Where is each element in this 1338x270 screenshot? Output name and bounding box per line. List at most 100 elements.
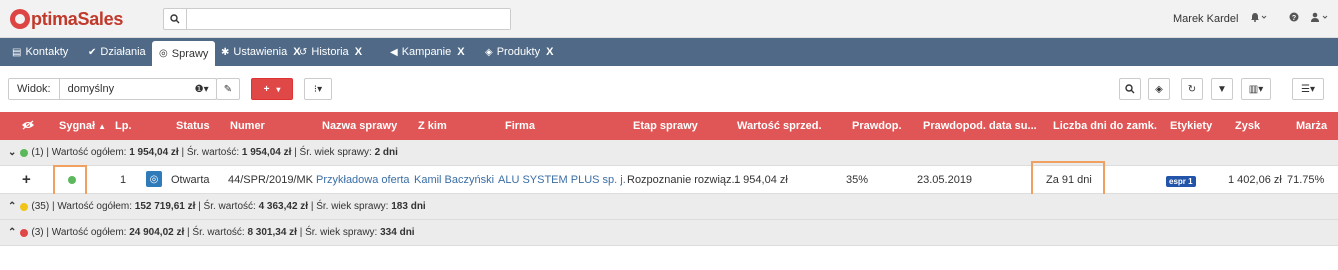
group-avg: 4 363,42 zł [258,201,309,212]
group-avg-label: | Śr. wartość: [181,147,240,158]
tab-label: Kontakty [25,46,69,58]
expand-row-button[interactable]: + [22,171,31,188]
column-name[interactable]: Nazwa sprawy [322,120,397,132]
handshake-icon: ◎ [159,48,168,59]
group-count: (3) [31,227,44,238]
row-company-link[interactable]: ALU SYSTEM PLUS sp. j. [498,174,626,186]
row-probability: 35% [846,174,869,186]
cube-icon: ◈ [485,46,493,58]
cube-icon: ◈ [1155,83,1163,95]
row-label-badge[interactable]: espr 1 [1166,176,1196,187]
info-icon[interactable]: ❶▾ [188,84,216,95]
search-button[interactable] [1119,78,1141,100]
search-input[interactable] [187,9,510,29]
list-view-button[interactable]: ☰▾ [1292,78,1324,100]
column-stage[interactable]: Etap sprawy [633,120,698,132]
view-label: Widok: [9,79,60,99]
column-probability[interactable]: Prawdop. [852,120,902,132]
row-lp: 1 [120,174,127,186]
tab-label: Produkty [496,46,541,58]
edit-view-button[interactable]: ✎ [216,78,240,100]
column-signal[interactable]: Sygnał ▲ [59,120,106,132]
group-age: 334 dni [380,227,415,238]
add-button[interactable]: + ▾ [251,78,293,100]
group-row[interactable]: ⌃ (3) | Wartość ogółem: 24 904,02 zł | Ś… [0,220,1338,246]
group-row[interactable]: ⌃ (35) | Wartość ogółem: 152 719,61 zł |… [0,194,1338,220]
column-days-to-close[interactable]: Liczba dni do zamk. [1053,120,1157,132]
gear-icon: ✱ [221,46,230,58]
refresh-button[interactable]: ↻ [1181,78,1203,100]
sort-indicator: ▲ [98,122,107,131]
close-icon[interactable]: X [546,46,553,58]
signal-dot [20,148,29,157]
filter-button[interactable]: ▼ [1211,78,1233,100]
group-age: 2 dni [374,147,398,158]
view-value[interactable]: domyślny [60,83,188,95]
tab-sprawy[interactable]: ◎ Sprawy [152,41,216,66]
group-avg-label: | Śr. wartość: [187,227,245,238]
help-icon[interactable]: ? [1289,12,1299,25]
user-icon[interactable] [1311,12,1329,25]
tab-kontakty[interactable]: ▤ Kontakty [5,38,75,66]
tab-label: Działania [100,46,146,58]
row-margin: 71.75% [1287,174,1325,186]
table-row[interactable]: + 1 ◎ Otwarta 44/SPR/2019/MK Przykładowa… [0,166,1338,194]
group-total: 24 904,02 zł [129,227,185,238]
app-logo[interactable]: ptimaSales [10,8,123,30]
column-number[interactable]: Numer [230,120,265,132]
chevron-down-icon[interactable]: ⌄ [8,147,16,158]
more-icon: ⁝▾ [313,83,323,95]
pencil-icon: ✎ [223,83,233,95]
group-avg-label: | Śr. wartość: [198,201,256,212]
group-row[interactable]: ⌄ (1) | Wartość ogółem: 1 954,04 zł | Śr… [0,140,1338,166]
column-expected-date[interactable]: Prawdopod. data su... [923,120,1037,132]
group-total: 1 954,04 zł [129,147,179,158]
megaphone-icon: ◀ [390,46,398,58]
eye-icon[interactable] [22,120,34,133]
row-contact-link[interactable]: Kamil Baczyński [414,174,494,186]
close-icon[interactable]: X [355,46,362,58]
history-icon: ↺ [299,46,308,58]
tab-produkty[interactable]: ◈ Produkty X [478,38,560,66]
refresh-icon: ↻ [1187,83,1197,95]
group-total-label: | Wartość ogółem: [51,201,132,212]
column-margin[interactable]: Marża [1296,120,1327,132]
tab-kampanie[interactable]: ◀ Kampanie X [383,38,472,66]
column-lp[interactable]: Lp. [115,120,132,132]
column-labels[interactable]: Etykiety [1170,120,1212,132]
filter-icon: ▼ [1217,83,1227,95]
products-button[interactable]: ◈ [1148,78,1170,100]
columns-icon: ▥▾ [1248,83,1264,95]
group-avg: 8 301,34 zł [247,227,297,238]
tab-historia[interactable]: ↺ Historia X [292,38,369,66]
user-name[interactable]: Marek Kardel [1173,13,1238,25]
column-company[interactable]: Firma [505,120,535,132]
column-with[interactable]: Z kim [418,120,447,132]
columns-button[interactable]: ▥▾ [1241,78,1271,100]
signal-dot [20,228,29,237]
bell-icon[interactable] [1251,12,1267,25]
row-number: 44/SPR/2019/MK [228,174,313,186]
row-profit: 1 402,06 zł [1228,174,1282,186]
tab-label: Sprawy [171,47,209,60]
close-icon[interactable]: X [457,46,464,58]
group-count: (1) [31,147,44,158]
column-status[interactable]: Status [176,120,210,132]
more-options-button[interactable]: ⁝▾ [304,78,332,100]
table-header: Sygnał ▲ Lp. Status Numer Nazwa sprawy Z… [0,112,1338,140]
tab-dzialania[interactable]: ✔ Działania [81,38,153,66]
row-value: 1 954,04 zł [734,174,788,186]
list-toolbar: Widok: domyślny ❶▾ ✎ + ▾ ⁝▾ ◈ ↻ ▼ ▥▾ ☰▾ [0,66,1338,112]
column-profit[interactable]: Zysk [1235,120,1260,132]
row-name-link[interactable]: Przykładowa oferta [316,174,410,186]
search-icon [1125,84,1135,94]
column-value[interactable]: Wartość sprzed. [737,120,822,132]
row-expected-date: 23.05.2019 [917,174,973,186]
search-icon[interactable] [164,9,187,29]
add-label: + [263,83,270,95]
chevron-up-icon[interactable]: ⌃ [8,227,16,238]
chevron-up-icon[interactable]: ⌃ [8,201,16,212]
view-selector[interactable]: Widok: domyślny ❶▾ [8,78,217,100]
global-search [163,8,511,30]
signal-dot [20,202,29,211]
